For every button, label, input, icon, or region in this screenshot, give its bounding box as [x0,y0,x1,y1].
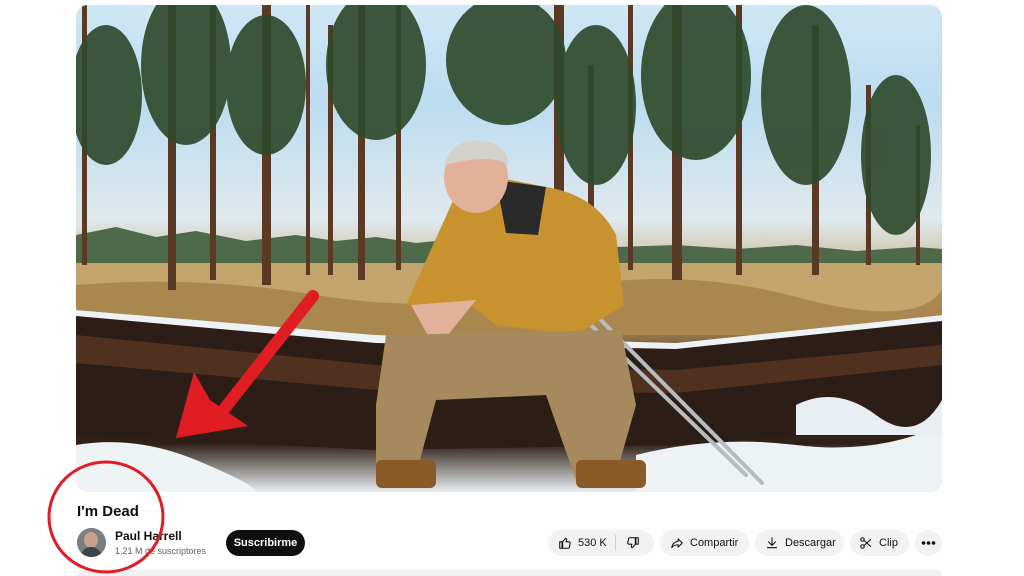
like-divider [615,535,616,551]
like-count[interactable]: 530 K [578,530,607,556]
channel-avatar[interactable] [77,528,106,557]
subscriber-count: 1,21 M de suscriptores [115,546,207,556]
thumbs-down-icon[interactable] [626,536,640,550]
video-title: I'm Dead [77,503,139,520]
channel-name[interactable]: Paul Harrell [115,529,182,543]
download-icon [766,537,778,549]
description-box-edge [77,570,942,576]
share-label: Compartir [690,537,739,549]
avatar-image [77,528,106,557]
subscribe-button[interactable]: Suscribirme [226,530,305,556]
video-player[interactable] [76,5,942,492]
share-button[interactable]: Compartir [660,530,749,556]
more-horizontal-icon [921,541,936,545]
clip-label: Clip [879,537,898,549]
more-actions-button[interactable] [915,530,942,556]
share-icon [671,538,683,549]
like-dislike-group: 530 K [548,530,654,556]
download-button[interactable]: Descargar [755,530,844,556]
clip-button[interactable]: Clip [850,530,909,556]
video-thumbnail-scene [76,5,942,492]
thumbs-up-icon[interactable] [558,536,572,550]
scissors-icon [860,537,872,549]
download-label: Descargar [785,537,836,549]
